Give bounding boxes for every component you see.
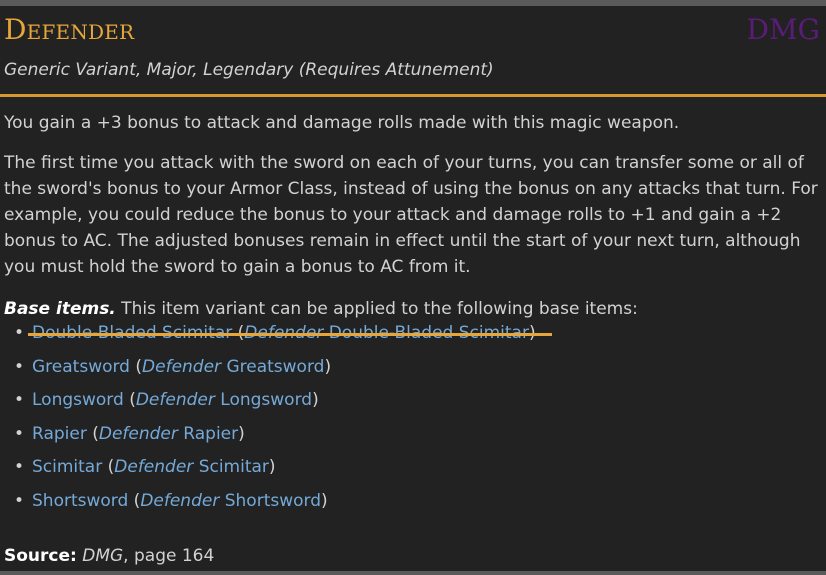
source-label: Source: [4, 546, 77, 566]
item-title: Defender [4, 13, 135, 46]
variant-prefix-link[interactable]: Defender [99, 424, 178, 444]
list-item: • Rapier (Defender Rapier) [12, 421, 536, 447]
bottom-border [0, 571, 826, 575]
variant-prefix-link[interactable]: Defender [136, 390, 215, 410]
strikethrough-mark [28, 333, 552, 336]
title-divider [0, 94, 826, 97]
bullet: • [14, 356, 25, 377]
item-subtitle: Generic Variant, Major, Legendary (Requi… [4, 60, 494, 80]
list-item: • Double-Bladed Scimitar (Defender Doubl… [12, 320, 552, 346]
bullet: • [14, 423, 25, 444]
list-item: • Longsword (Defender Longsword) [12, 387, 536, 413]
variant-prefix-link[interactable]: Defender [140, 491, 219, 511]
description-paragraph-2: The first time you attack with the sword… [4, 153, 818, 277]
base-item-link[interactable]: Longsword [32, 390, 124, 410]
list-item: • Shortsword (Defender Shortsword) [12, 488, 536, 514]
variant-prefix-link[interactable]: Defender [142, 357, 221, 377]
bullet: • [14, 457, 25, 478]
variant-item-link[interactable]: Shortsword [225, 491, 321, 511]
bullet: • [14, 390, 25, 411]
bullet: • [14, 490, 25, 511]
base-item-link[interactable]: Greatsword [32, 357, 130, 377]
description-paragraph-1: You gain a +3 bonus to attack and damage… [4, 113, 680, 133]
source-book-link[interactable]: DMG [82, 546, 123, 566]
base-item-link[interactable]: Rapier [32, 424, 87, 444]
variant-item-link[interactable]: Rapier [183, 424, 238, 444]
source-abbreviation[interactable]: DMG [747, 12, 821, 48]
base-item-link[interactable]: Scimitar [32, 457, 102, 477]
variant-item-link[interactable]: Greatsword [226, 357, 324, 377]
variant-item-link[interactable]: Longsword [220, 390, 312, 410]
list-item: • Greatsword (Defender Greatsword) [12, 354, 536, 380]
bullet: • [14, 323, 25, 343]
variant-prefix-link[interactable]: Defender [114, 457, 193, 477]
variant-item-link[interactable]: Scimitar [199, 457, 269, 477]
source-citation: Source: DMG, page 164 [4, 543, 214, 569]
base-items-text: This item variant can be applied to the … [115, 299, 638, 319]
top-border [0, 0, 826, 6]
source-page: , page 164 [123, 546, 215, 566]
base-item-link[interactable]: Shortsword [32, 491, 128, 511]
struck-entry: Double-Bladed Scimitar (Defender Double-… [28, 320, 552, 346]
base-items-list: • Double-Bladed Scimitar (Defender Doubl… [12, 320, 552, 522]
list-item: • Scimitar (Defender Scimitar) [12, 454, 536, 480]
base-items-intro: Base items. This item variant can be app… [4, 296, 638, 322]
base-items-label: Base items. [4, 299, 116, 319]
